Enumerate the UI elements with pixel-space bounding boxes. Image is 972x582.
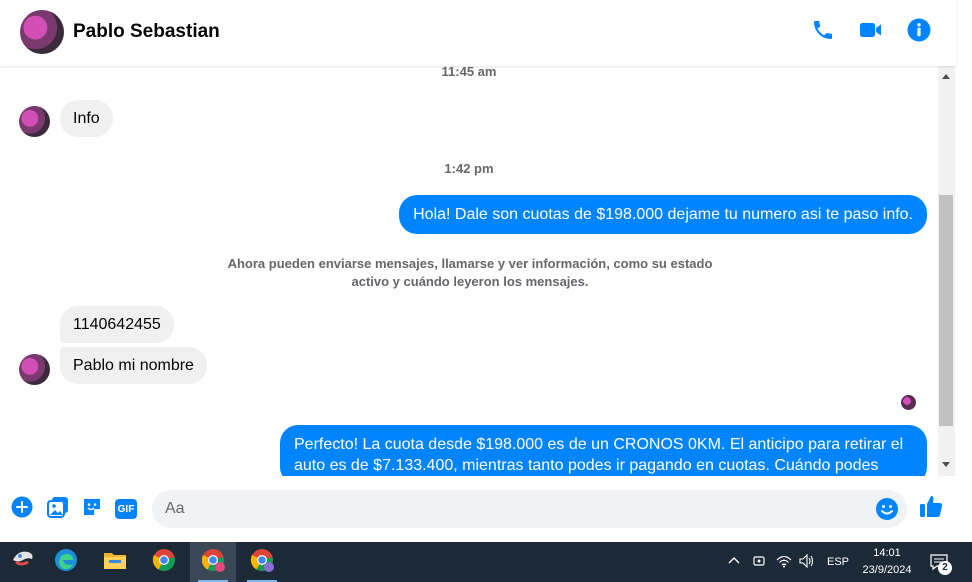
start-button[interactable] [0,542,46,582]
chrome-icon [152,548,176,577]
meet-now-icon [752,554,766,571]
messenger-window: Pablo Sebastian 11:45 am Info 1:42 pm Ho… [0,0,972,542]
tray-language[interactable]: ESP [827,542,849,582]
emoji-icon[interactable] [875,497,899,521]
taskbar-file-explorer[interactable] [92,542,138,582]
taskbar-chrome-profile-c[interactable] [190,542,236,582]
info-icon [906,17,932,48]
message-composer: GIF [0,476,956,542]
taskbar-chrome-profile-lock[interactable] [239,542,285,582]
notification-count-badge: 2 [938,561,952,575]
incoming-message[interactable]: Pablo mi nombre [60,347,207,384]
notification-center-button[interactable]: 2 [928,542,952,582]
start-icon [10,548,36,577]
outgoing-message[interactable]: Perfecto! La cuota desde $198.000 es de … [280,425,927,476]
outgoing-message[interactable]: Hola! Dale son cuotas de $198.000 dejame… [399,195,927,234]
more-actions-button[interactable] [10,496,34,523]
send-like-button[interactable] [918,495,944,521]
message-input-wrapper [152,490,907,528]
chrome-profile-c-icon [201,548,225,577]
tray-network[interactable] [776,542,792,582]
conversation-header: Pablo Sebastian [0,0,956,66]
tray-meet-now[interactable] [752,542,766,582]
scroll-thumb[interactable] [939,195,953,426]
gif-label: GIF [117,503,135,515]
notification-icon: 2 [928,550,952,575]
plus-icon [11,496,33,523]
taskbar-edge[interactable] [43,542,89,582]
message-timestamp: 1:42 pm [444,161,494,176]
window-edge [956,476,972,542]
wifi-icon [776,554,792,571]
scroll-up-arrow[interactable] [942,74,950,79]
image-icon [47,496,69,523]
conversation-info-button[interactable] [906,18,932,46]
message-list[interactable]: 11:45 am Info 1:42 pm Hola! Dale son cuo… [0,66,938,476]
system-notice: Ahora pueden enviarse mensajes, llamarse… [227,256,713,289]
scroll-down-arrow[interactable] [942,462,950,467]
chrome-profile-lock-icon [250,548,274,577]
incoming-message[interactable]: 1140642455 [60,306,174,343]
phone-icon [811,18,835,47]
contact-name[interactable]: Pablo Sebastian [73,21,220,43]
edge-icon [54,548,78,577]
chevron-up-icon [728,555,740,570]
show-hidden-icons-button[interactable] [728,542,740,582]
gif-icon: GIF [115,499,137,519]
windows-taskbar: ESP 14:01 23/9/2024 2 [0,542,972,582]
taskbar-chrome[interactable] [141,542,187,582]
attach-image-button[interactable] [46,496,70,523]
sender-avatar[interactable] [19,106,50,137]
message-scrollbar[interactable] [938,66,955,476]
sender-avatar[interactable] [19,354,50,385]
clock-time: 14:01 [873,547,901,559]
speaker-icon [799,553,815,571]
read-receipt-avatar [901,395,916,410]
incoming-message[interactable]: Info [60,100,113,137]
message-timestamp: 11:45 am [441,66,497,79]
thumbs-up-icon [918,493,944,524]
contact-avatar[interactable] [20,10,64,54]
message-input[interactable] [165,490,865,528]
sticker-button[interactable] [80,497,104,521]
tray-clock[interactable]: 14:01 23/9/2024 [852,545,922,579]
file-explorer-icon [103,549,127,576]
tray-volume[interactable] [799,542,815,582]
sticker-icon [81,496,103,523]
clock-date: 23/9/2024 [862,564,912,576]
video-camera-icon [858,19,884,46]
gif-button[interactable]: GIF [114,497,138,521]
call-button[interactable] [810,18,836,46]
video-call-button[interactable] [858,18,884,46]
